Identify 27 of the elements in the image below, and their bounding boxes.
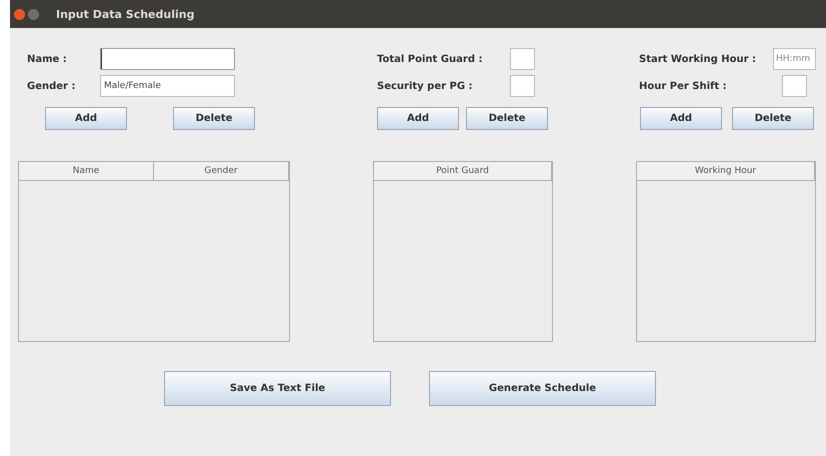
field-label: Gender : [27,80,76,92]
add-button[interactable]: Add [640,107,722,130]
column-header[interactable]: Gender [154,162,289,180]
column-header[interactable]: Working Hour [637,162,815,180]
column-header[interactable]: Name [19,162,154,180]
delete-button[interactable]: Delete [173,107,255,130]
minimize-icon[interactable] [28,8,39,20]
save-button[interactable]: Save As Text File [164,371,391,406]
delete-button[interactable]: Delete [466,107,548,130]
add-button[interactable]: Add [45,107,127,130]
field-label: Hour Per Shift : [639,80,728,92]
field-label: Start Working Hour : [639,54,758,64]
input-field[interactable] [510,48,535,70]
column-header[interactable]: Point Guard [374,162,552,180]
input-field[interactable] [510,75,535,97]
input-field[interactable] [100,48,235,70]
generate-button[interactable]: Generate Schedule [429,371,656,406]
close-icon[interactable] [14,8,25,20]
input-field[interactable]: HH:mm [773,48,816,70]
window-title: Input Data Scheduling [56,8,194,20]
input-field[interactable] [782,75,807,97]
input-field[interactable]: Male/Female [100,75,235,97]
field-label: Total Point Guard : [377,54,484,64]
field-label: Name : [27,54,68,64]
field-label: Security per PG : [377,80,474,92]
delete-button[interactable]: Delete [732,107,814,130]
add-button[interactable]: Add [377,107,459,130]
